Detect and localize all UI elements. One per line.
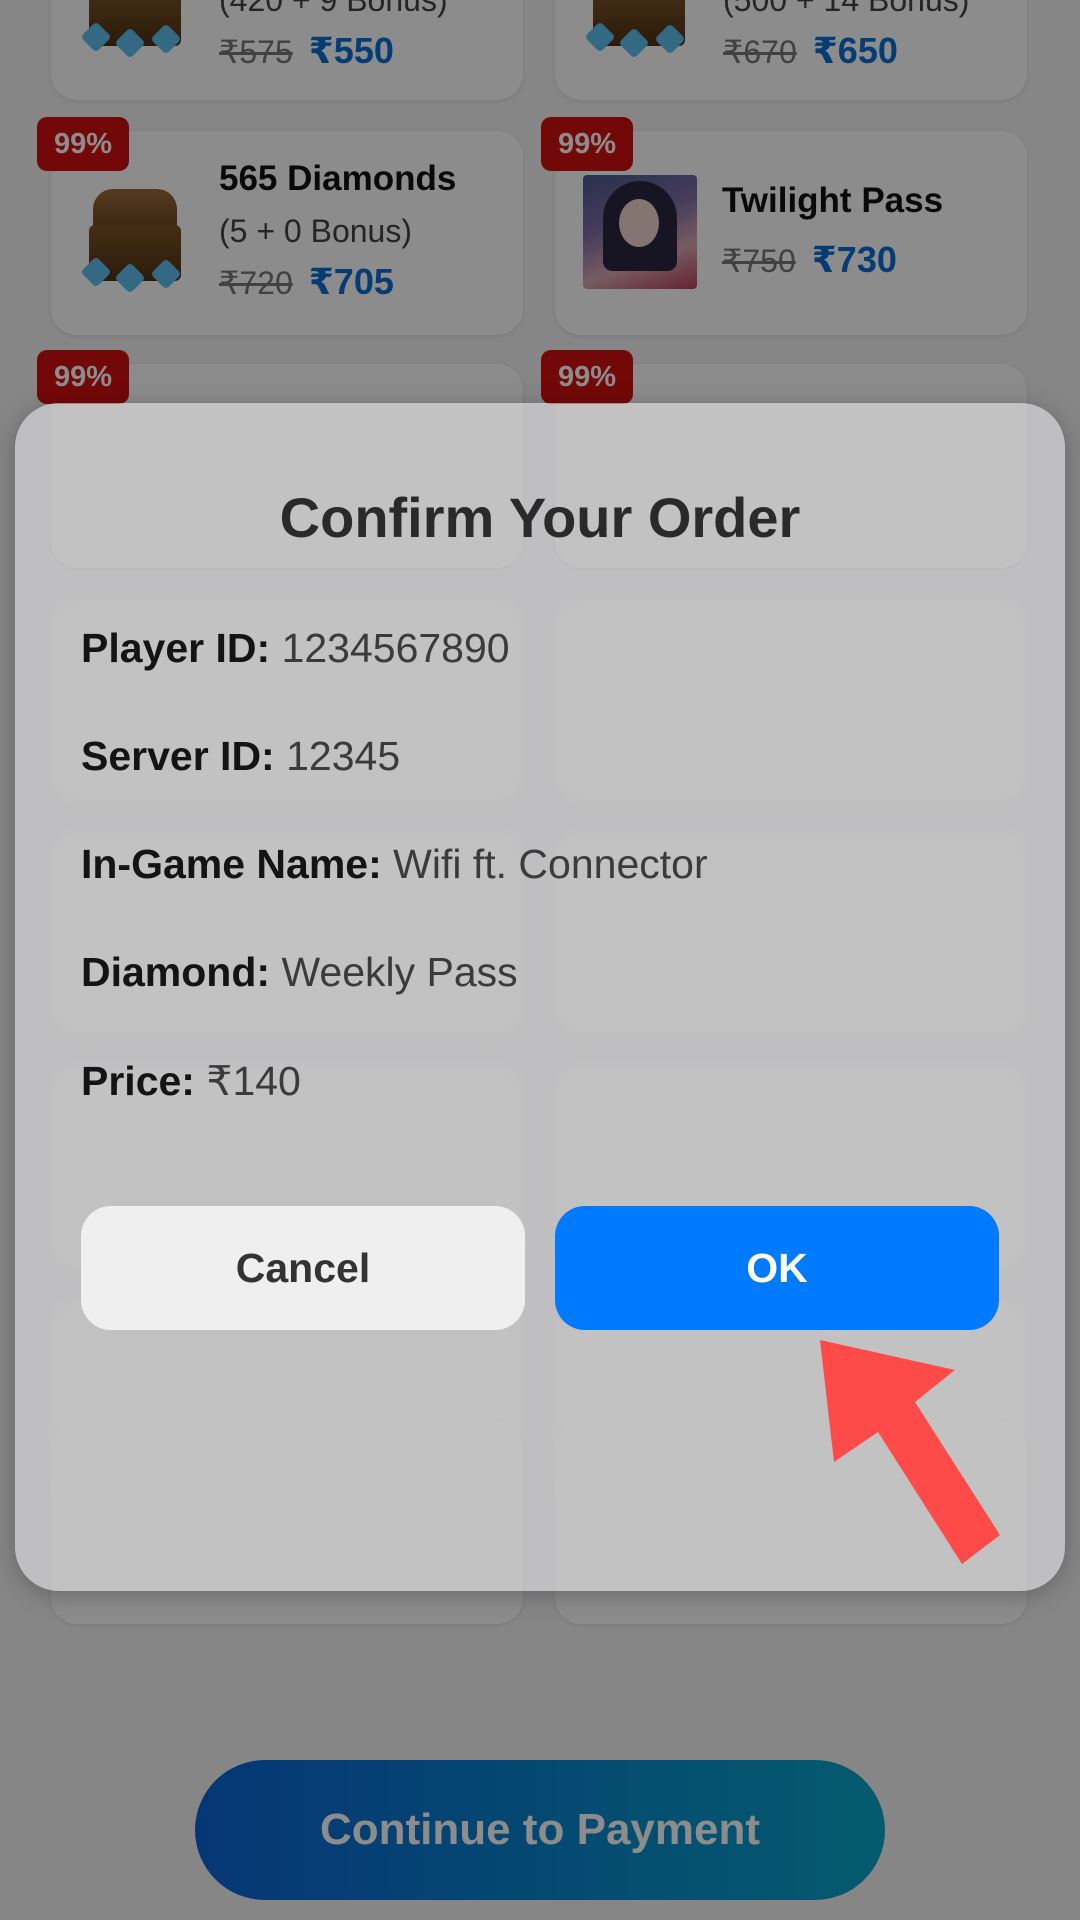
diamond-row: Diamond: Weekly Pass: [81, 949, 518, 996]
in-game-name-value: Wifi ft. Connector: [393, 841, 708, 887]
in-game-name-label: In-Game Name:: [81, 841, 382, 887]
pointer-arrow-icon: [820, 1340, 1000, 1564]
diamond-value: Weekly Pass: [281, 949, 518, 995]
in-game-name-row: In-Game Name: Wifi ft. Connector: [81, 841, 708, 888]
cancel-button[interactable]: Cancel: [81, 1206, 525, 1330]
price-row: Price: ₹140: [81, 1057, 301, 1105]
server-id-label: Server ID:: [81, 733, 275, 779]
server-id-row: Server ID: 12345: [81, 733, 400, 780]
server-id-value: 12345: [286, 733, 401, 779]
player-id-row: Player ID: 1234567890: [81, 625, 510, 672]
price-value: ₹140: [206, 1058, 301, 1104]
player-id-label: Player ID:: [81, 625, 271, 671]
price-label: Price:: [81, 1058, 195, 1104]
ok-button[interactable]: OK: [555, 1206, 999, 1330]
diamond-label: Diamond:: [81, 949, 271, 995]
player-id-value: 1234567890: [281, 625, 510, 671]
dialog-title: Confirm Your Order: [279, 486, 801, 549]
